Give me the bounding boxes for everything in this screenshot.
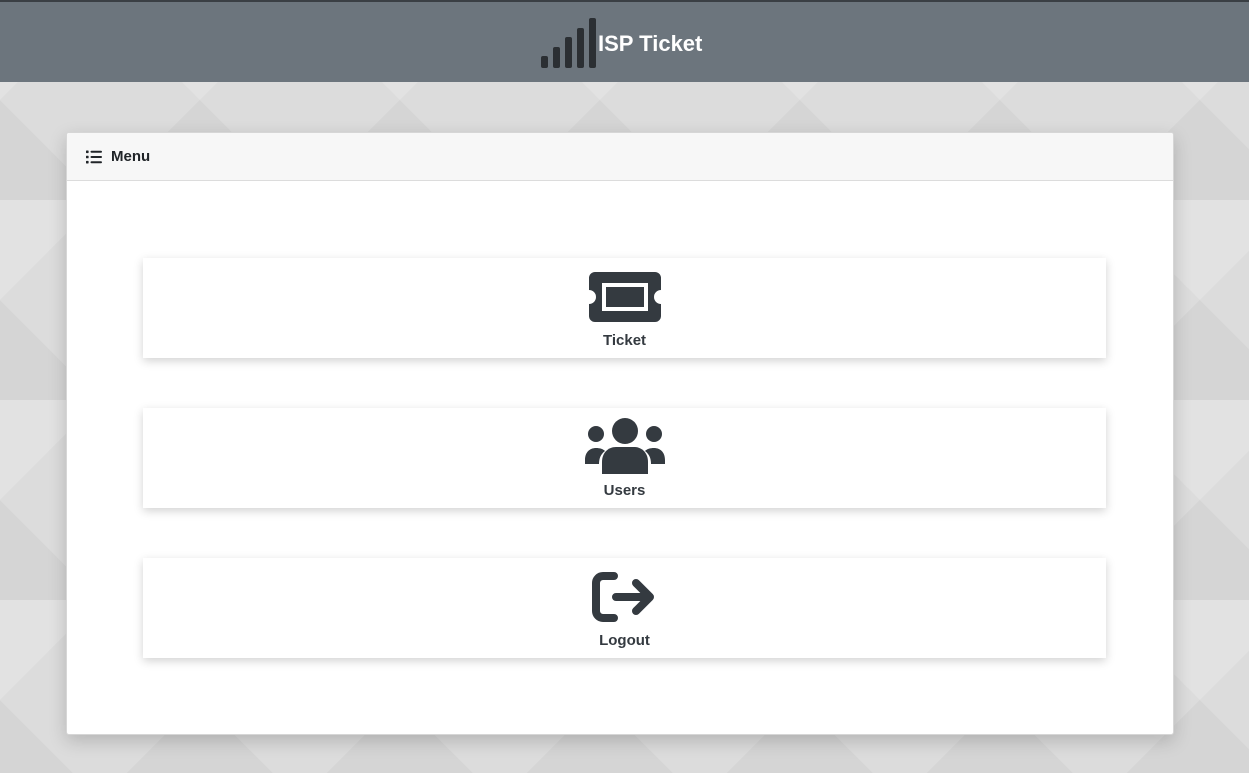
list-icon (86, 150, 102, 163)
logout-label: Logout (599, 632, 650, 649)
menu-card: Menu Ticket Users Logout (66, 132, 1174, 735)
signal-bars-icon (541, 18, 596, 68)
users-tile[interactable]: Users (143, 408, 1106, 508)
ticket-label: Ticket (602, 332, 647, 349)
logout-icon (591, 572, 654, 622)
users-icon (584, 418, 665, 474)
brand[interactable]: ISP Ticket (541, 18, 702, 68)
menu-card-header: Menu (67, 133, 1173, 181)
menu-title: Menu (111, 148, 151, 165)
ticket-icon (588, 272, 661, 322)
logout-tile[interactable]: Logout (143, 558, 1106, 658)
top-navbar: ISP Ticket (0, 0, 1249, 82)
ticket-tile[interactable]: Ticket (143, 258, 1106, 358)
users-label: Users (603, 482, 646, 499)
app-title: ISP Ticket (598, 31, 703, 56)
